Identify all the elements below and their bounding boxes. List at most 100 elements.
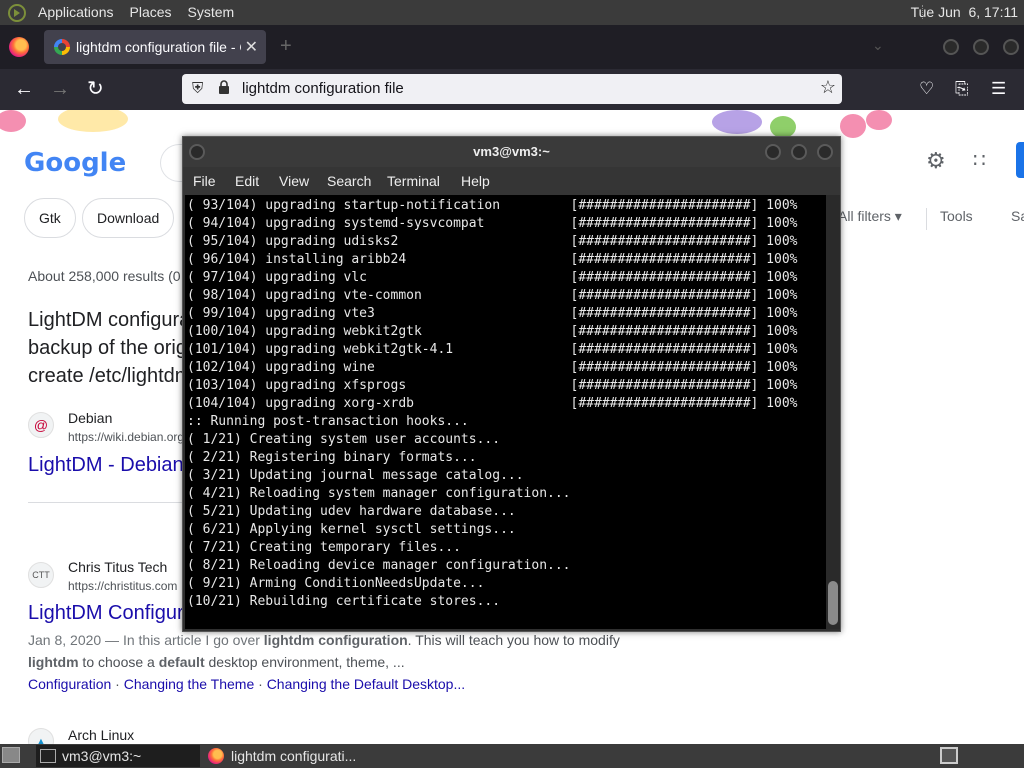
terminal-line: ( 1/21) Creating system user accounts... [187,432,501,447]
settings-gear-icon[interactable]: ⚙ [926,148,946,174]
clock[interactable]: Tue Jun 6, 17:11 [911,0,1018,25]
menu-search[interactable]: Search [327,173,371,189]
window-menu-button[interactable] [189,144,205,160]
result-url[interactable]: https://christitus.com [68,579,177,593]
maximize-button[interactable] [973,39,989,55]
terminal-title: vm3@vm3:~ [473,144,550,159]
snippet-bold: lightdm [28,654,79,670]
distro-logo-icon[interactable] [8,3,26,22]
result-snippet: Jan 8, 2020 — In this article I go over … [28,632,620,648]
menu-terminal[interactable]: Terminal [387,173,440,189]
snippet-line: backup of the origi [28,337,192,359]
sitelink-separator: · [254,676,267,692]
google-doodle-logo[interactable]: Google [24,148,126,178]
minimize-button[interactable] [943,39,959,55]
doodle-flower-icon [0,110,26,132]
places-menu[interactable]: Places [122,0,180,25]
doodle-flower-icon [770,116,796,138]
menu-help[interactable]: Help [461,173,490,189]
close-window-button[interactable] [1003,39,1019,55]
maximize-button[interactable] [791,144,807,160]
close-button[interactable] [817,144,833,160]
task-firefox[interactable]: lightdm configurati... [204,745,404,767]
scrollbar-thumb[interactable] [828,581,838,625]
url-text[interactable]: lightdm configuration file [242,80,404,97]
chip-download[interactable]: Download [82,198,175,238]
terminal-icon [40,749,56,763]
terminal-scrollbar[interactable] [826,195,840,629]
result-site-name: Debian [68,410,113,426]
terminal-line: ( 97/104) upgrading vlc [###############… [187,270,798,285]
close-tab-icon[interactable]: ✕ [245,37,258,57]
snippet-line: create /etc/lightdm [28,365,192,387]
browser-tabbar: lightdm configuration file - G ✕ + ⌄ [0,25,1024,69]
system-menu[interactable]: System [180,0,243,25]
sitelink-theme[interactable]: Changing the Theme [124,676,255,692]
extensions-icon[interactable]: ⎘ [955,79,969,99]
list-tabs-chevron-icon[interactable]: ⌄ [872,37,884,54]
result-url[interactable]: https://wiki.debian.org [68,430,184,444]
divider [28,502,188,503]
tools-button[interactable]: Tools [940,208,973,224]
reload-icon[interactable]: ↻ [87,77,104,101]
terminal-line: (104/104) upgrading xorg-xrdb [#########… [187,396,798,411]
terminal-line: ( 96/104) installing aribb24 [##########… [187,252,798,267]
hamburger-menu-icon[interactable]: ☰ [991,79,1006,99]
tracking-shield-icon[interactable]: ⛨ [192,80,203,97]
terminal-line: ( 6/21) Applying kernel sysctl settings.… [187,522,516,537]
back-arrow-icon[interactable]: ← [14,77,34,101]
show-desktop-icon[interactable] [2,747,20,763]
menu-edit[interactable]: Edit [235,173,259,189]
terminal-line: (102/104) upgrading wine [##############… [187,360,798,375]
google-favicon-icon [54,39,70,55]
sitelink-default-desktop[interactable]: Changing the Default Desktop... [267,676,465,692]
new-tab-button[interactable]: + [280,35,292,58]
navigation-toolbar: ← → ↻ ⛨ lightdm configuration file ☆ ♡ ⎘… [0,69,1024,110]
terminal-line: ( 3/21) Updating journal message catalog… [187,468,524,483]
chip-gtk[interactable]: Gtk [24,198,76,238]
task-label: lightdm configurati... [231,748,357,764]
applications-menu[interactable]: Applications [30,0,122,25]
result-site-name: Arch Linux [68,727,135,743]
snippet-text: . This will teach you how to modify [407,632,620,648]
sign-in-button[interactable] [1016,142,1024,178]
safesearch-button[interactable]: Sa [1011,208,1024,224]
terminal-output[interactable]: ( 93/104) upgrading startup-notification… [185,195,826,629]
all-filters-button[interactable]: All filters ▾ [838,208,902,225]
firefox-view-icon[interactable] [9,37,29,57]
result-title-link[interactable]: LightDM Configur [28,602,184,625]
menu-view[interactable]: View [279,173,309,189]
result-title-link[interactable]: LightDM - Debian [28,454,184,477]
terminal-line: ( 98/104) upgrading vte-common [########… [187,288,798,303]
terminal-line: (103/104) upgrading xfsprogs [##########… [187,378,798,393]
doodle-flower-icon [866,110,892,130]
tab-google-search[interactable]: lightdm configuration file - G ✕ [44,30,266,64]
apps-grid-icon[interactable]: ∷ [973,148,986,173]
pocket-icon[interactable]: ♡ [919,79,934,99]
terminal-line: ( 95/104) upgrading udisks2 [###########… [187,234,798,249]
ctt-logo-icon: CTT [28,562,54,588]
terminal-titlebar[interactable]: vm3@vm3:~ [183,137,840,167]
sitelink-configuration[interactable]: Configuration [28,676,111,692]
bookmark-star-icon[interactable]: ☆ [820,77,836,98]
top-panel: Applications Places System Tue Jun 6, 17… [0,0,1024,25]
workspace-switcher-icon[interactable] [940,747,958,764]
firefox-icon [208,748,224,764]
terminal-line: (10/21) Rebuilding certificate stores... [187,594,501,609]
tab-title: lightdm configuration file - G [76,39,241,55]
url-bar[interactable]: ⛨ lightdm configuration file ☆ [182,74,842,104]
terminal-window[interactable]: vm3@vm3:~ File Edit View Search Terminal… [182,136,841,632]
minimize-button[interactable] [765,144,781,160]
menu-file[interactable]: File [193,173,216,189]
terminal-line: (100/104) upgrading webkit2gtk [########… [187,324,798,339]
forward-arrow-icon[interactable]: → [50,77,70,101]
terminal-menubar: File Edit View Search Terminal Help [183,167,840,195]
lock-icon[interactable] [218,80,230,94]
snippet-text: desktop environment, theme, ... [204,654,405,670]
snippet-bold: lightdm configuration [263,632,408,648]
terminal-line: (101/104) upgrading webkit2gtk-4.1 [####… [187,342,798,357]
task-label: vm3@vm3:~ [62,748,142,764]
bottom-taskbar: vm3@vm3:~ lightdm configurati... [0,744,1024,768]
task-terminal[interactable]: vm3@vm3:~ [36,745,200,767]
terminal-line: ( 99/104) upgrading vte3 [##############… [187,306,798,321]
